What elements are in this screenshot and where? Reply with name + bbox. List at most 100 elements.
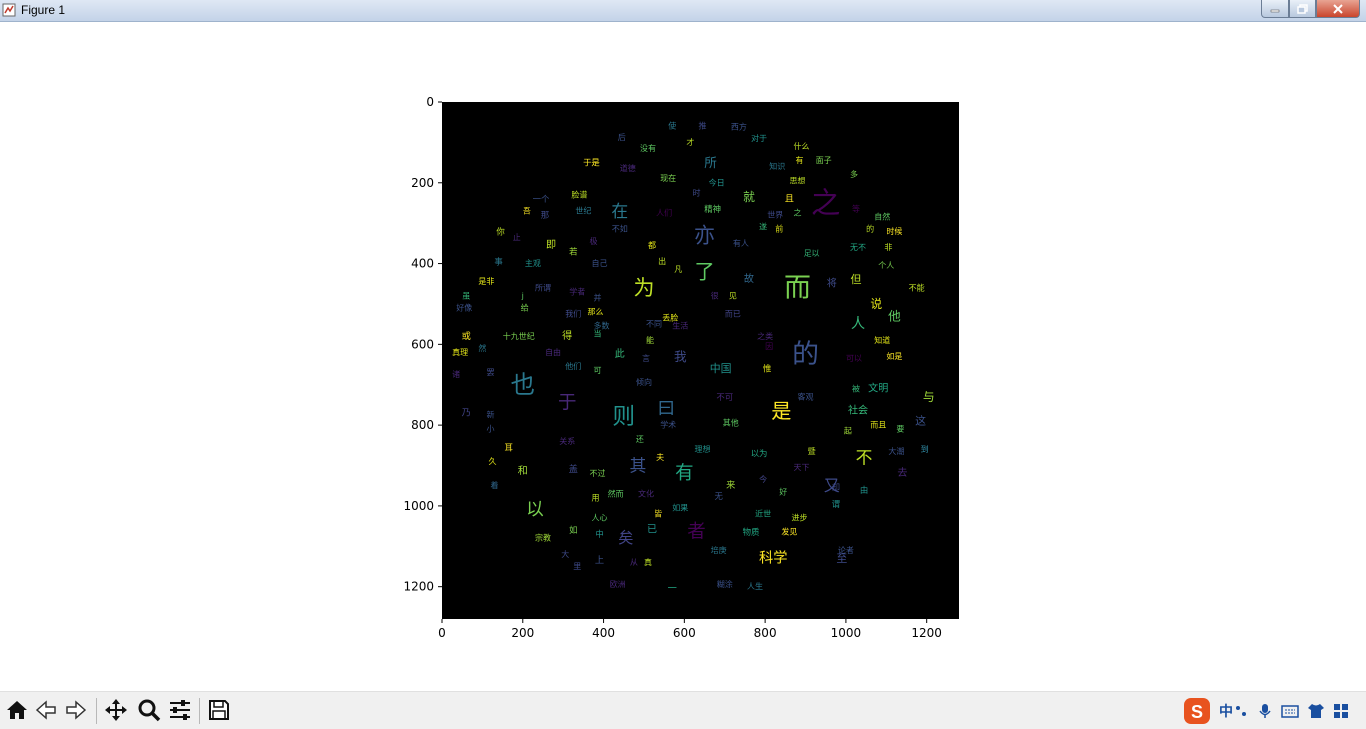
word-56: 一个 — [533, 194, 550, 204]
word-92: 知识 — [769, 161, 785, 171]
word-93: 多 — [850, 169, 858, 179]
word-89: 没有 — [640, 143, 656, 153]
word-62: 所谓 — [535, 282, 551, 292]
x-axis-ticks: 0 200 400 600 800 1000 1200 — [438, 619, 942, 640]
word-58: 你 — [496, 226, 505, 236]
y-tick-label: 1200 — [403, 580, 434, 594]
word-170: 对于 — [751, 133, 767, 143]
word-60: 事 — [494, 257, 502, 267]
word-63: 耳 — [504, 442, 512, 452]
word-151: 自由 — [545, 347, 561, 357]
word-0: 之 — [811, 186, 840, 220]
shirt-icon[interactable] — [1307, 703, 1325, 719]
word-84: 是非 — [478, 276, 494, 286]
word-171: 时 — [692, 187, 700, 197]
word-47: 上 — [595, 555, 604, 566]
word-159: 里 — [573, 562, 581, 571]
configure-subplots-button[interactable] — [166, 696, 194, 724]
y-tick-label: 200 — [411, 176, 434, 190]
word-3: 也 — [511, 370, 535, 399]
word-12: 其 — [629, 456, 646, 476]
word-168: 有 — [795, 155, 803, 165]
word-133: 世界 — [767, 210, 783, 220]
word-8: 则 — [612, 404, 635, 430]
word-120: 其他 — [723, 418, 739, 428]
word-147: 极 — [589, 236, 597, 246]
punct-icon[interactable] — [1233, 703, 1249, 719]
figure-canvas[interactable]: 之而的也为亦了在则于曰是其有以者不又矣科学人他说我中国所就但与这去至社会 文明故将… — [0, 22, 1366, 690]
word-107: 他们 — [565, 361, 581, 371]
mic-icon[interactable] — [1257, 703, 1273, 719]
x-tick-label: 1000 — [831, 626, 862, 640]
word-73: 且 — [785, 193, 794, 204]
forward-button[interactable] — [62, 696, 90, 724]
word-78: 无 — [714, 491, 723, 501]
zoom-button[interactable] — [135, 696, 163, 724]
word-65: 新 — [486, 410, 494, 420]
word-146: 不如 — [612, 224, 628, 234]
word-166: 等 — [852, 204, 860, 214]
pan-button[interactable] — [102, 696, 130, 724]
word-88: 道德 — [620, 163, 636, 173]
word-10: 曰 — [657, 399, 675, 419]
ime-mode-label[interactable]: 中 — [1219, 701, 1233, 721]
word-153: 关系 — [559, 436, 575, 446]
word-162: 好 — [779, 486, 787, 496]
word-1: 而 — [784, 272, 811, 303]
sogou-s-icon[interactable]: S — [1183, 697, 1211, 725]
keyboard-icon[interactable] — [1281, 704, 1299, 718]
word-160: 用 — [591, 493, 599, 502]
word-155: 虽 — [462, 291, 470, 300]
word-74: 使 — [668, 121, 676, 131]
x-tick-label: 1200 — [911, 626, 942, 640]
word-182: 之 — [793, 208, 801, 218]
word-122: 学术 — [660, 420, 676, 430]
save-button[interactable] — [205, 696, 233, 724]
y-tick-label: 0 — [426, 95, 434, 109]
word-100: 倾向 — [636, 377, 652, 387]
word-51: 却 — [832, 483, 840, 493]
y-tick-label: 1000 — [403, 499, 434, 513]
word-59: 若 — [569, 246, 577, 256]
y-tick-label: 800 — [411, 418, 434, 432]
word-128: 培庚 — [711, 545, 727, 555]
x-tick-label: 400 — [592, 626, 615, 640]
word-43: 和 — [518, 465, 528, 477]
word-138: 不能 — [909, 282, 925, 292]
word-140: 遂 — [759, 222, 767, 232]
back-button[interactable] — [32, 696, 60, 724]
word-79: 今 — [759, 474, 767, 484]
word-154: 好像 — [456, 302, 472, 312]
minimize-button[interactable] — [1261, 0, 1289, 18]
word-104: 能 — [646, 335, 654, 345]
word-117: 知道 — [874, 335, 890, 345]
word-28: 与 — [923, 390, 935, 404]
word-4: 为 — [633, 276, 654, 300]
word-14: 以 — [526, 500, 544, 520]
pan-icon — [105, 699, 127, 721]
restore-icon — [1297, 3, 1308, 14]
word-123: 发见 — [781, 527, 797, 537]
word-143: 出 — [658, 256, 666, 266]
word-132: 客观 — [798, 391, 814, 401]
word-175: 诸 — [452, 370, 460, 379]
maximize-button[interactable] — [1289, 0, 1316, 18]
word-177: 久 — [488, 456, 496, 466]
word-125: 宗教 — [535, 533, 551, 543]
save-icon — [209, 700, 229, 720]
word-180: 止 — [513, 232, 521, 242]
word-21: 他 — [888, 309, 901, 324]
home-icon — [7, 701, 27, 719]
word-64: 着 — [491, 480, 499, 490]
close-button[interactable] — [1316, 0, 1360, 18]
word-94: 非 — [884, 242, 892, 252]
word-145: 世纪 — [575, 206, 591, 216]
grid-icon[interactable] — [1333, 703, 1349, 719]
close-icon — [1333, 3, 1343, 14]
word-157: 到 — [921, 445, 929, 454]
word-116: 真 — [644, 557, 652, 567]
word-183: 并 — [594, 292, 602, 302]
back-icon — [35, 700, 56, 720]
word-181: 罢 — [486, 368, 494, 377]
home-button[interactable] — [3, 696, 31, 724]
